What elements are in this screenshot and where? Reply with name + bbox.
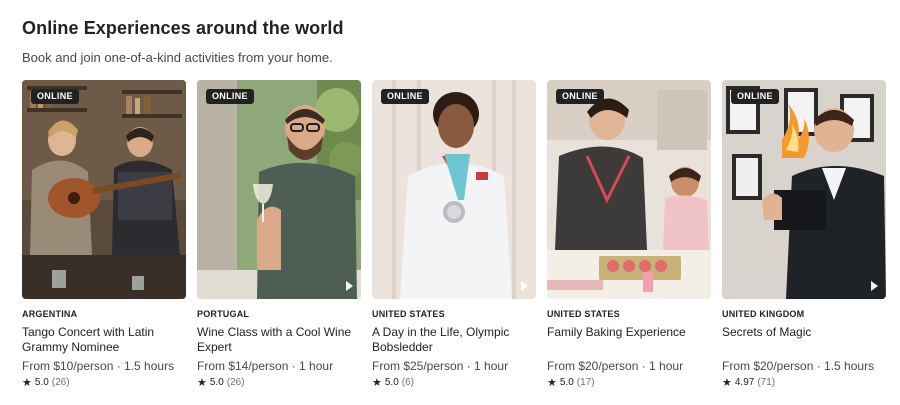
card-title[interactable]: Tango Concert with Latin Grammy Nominee bbox=[22, 325, 186, 356]
star-icon: ★ bbox=[197, 377, 207, 389]
review-count: (26) bbox=[226, 377, 245, 388]
wine-photo-illustration bbox=[197, 80, 361, 299]
online-badge: ONLINE bbox=[206, 89, 254, 104]
star-icon: ★ bbox=[22, 377, 32, 389]
star-icon: ★ bbox=[722, 377, 732, 389]
card-rating: ★ 5.0 (26) bbox=[197, 376, 361, 389]
experience-photo[interactable]: ONLINE bbox=[197, 80, 361, 299]
card-price: From $10/person · 1.5 hours bbox=[22, 359, 175, 373]
rating-score: 4.97 bbox=[734, 377, 755, 388]
card-rating: ★ 5.0 (17) bbox=[547, 376, 711, 389]
star-icon: ★ bbox=[372, 377, 382, 389]
baking-photo-illustration bbox=[547, 80, 711, 299]
online-badge: ONLINE bbox=[731, 89, 779, 104]
card-country: UNITED STATES bbox=[547, 309, 620, 319]
rating-score: 5.0 bbox=[559, 377, 574, 388]
online-badge: ONLINE bbox=[31, 89, 79, 104]
olympic-photo-illustration bbox=[372, 80, 536, 299]
card-price: From $20/person · 1.5 hours bbox=[722, 359, 875, 373]
experience-photo[interactable]: ONLINE bbox=[372, 80, 536, 299]
review-count: (71) bbox=[757, 377, 776, 388]
section-subtitle: Book and join one-of-a-kind activities f… bbox=[22, 50, 333, 65]
experience-card-baking[interactable]: ONLINE UNITED STATES Family Baking Exper… bbox=[547, 80, 711, 389]
rating-score: 5.0 bbox=[384, 377, 399, 388]
play-icon[interactable] bbox=[521, 281, 528, 291]
magic-photo-illustration bbox=[722, 80, 886, 299]
section-title: Online Experiences around the world bbox=[22, 18, 344, 38]
card-rating: ★ 4.97 (71) bbox=[722, 376, 886, 389]
card-price: From $14/person · 1 hour bbox=[197, 359, 334, 373]
experience-card-list: ONLINE ARGENTINA Tango Concert with Lati… bbox=[22, 80, 886, 389]
rating-score: 5.0 bbox=[209, 377, 224, 388]
experience-photo[interactable]: ONLINE bbox=[22, 80, 186, 299]
experience-card-wine[interactable]: ONLINE PORTUGAL Wine Class with a Cool W… bbox=[197, 80, 361, 389]
card-title[interactable]: Secrets of Magic bbox=[722, 325, 886, 356]
card-country: ARGENTINA bbox=[22, 309, 78, 319]
experience-card-tango[interactable]: ONLINE ARGENTINA Tango Concert with Lati… bbox=[22, 80, 186, 389]
review-count: (6) bbox=[401, 377, 415, 388]
card-rating: ★ 5.0 (6) bbox=[372, 376, 536, 389]
card-title[interactable]: Wine Class with a Cool Wine Expert bbox=[197, 325, 361, 356]
section-header: Online Experiences around the world Book… bbox=[22, 18, 344, 65]
card-rating: ★ 5.0 (26) bbox=[22, 376, 186, 389]
card-price: From $20/person · 1 hour bbox=[547, 359, 684, 373]
card-country: UNITED KINGDOM bbox=[722, 309, 805, 319]
review-count: (26) bbox=[51, 377, 70, 388]
tango-photo-illustration bbox=[22, 80, 186, 299]
card-title[interactable]: A Day in the Life, Olympic Bobsledder bbox=[372, 325, 536, 356]
card-title[interactable]: Family Baking Experience bbox=[547, 325, 711, 356]
online-badge: ONLINE bbox=[556, 89, 604, 104]
online-experiences-section: Online Experiences around the world Book… bbox=[0, 0, 900, 405]
experience-card-olympic[interactable]: ONLINE UNITED STATES A Day in the Life, … bbox=[372, 80, 536, 389]
experience-card-magic[interactable]: ONLINE UNITED KINGDOM Secrets of Magic F… bbox=[722, 80, 886, 389]
experience-photo[interactable]: ONLINE bbox=[547, 80, 711, 299]
play-icon[interactable] bbox=[346, 281, 353, 291]
card-country: PORTUGAL bbox=[197, 309, 250, 319]
star-icon: ★ bbox=[547, 377, 557, 389]
experience-photo[interactable]: ONLINE bbox=[722, 80, 886, 299]
rating-score: 5.0 bbox=[34, 377, 49, 388]
card-price: From $25/person · 1 hour bbox=[372, 359, 509, 373]
play-icon[interactable] bbox=[871, 281, 878, 291]
review-count: (17) bbox=[576, 377, 595, 388]
online-badge: ONLINE bbox=[381, 89, 429, 104]
card-country: UNITED STATES bbox=[372, 309, 445, 319]
